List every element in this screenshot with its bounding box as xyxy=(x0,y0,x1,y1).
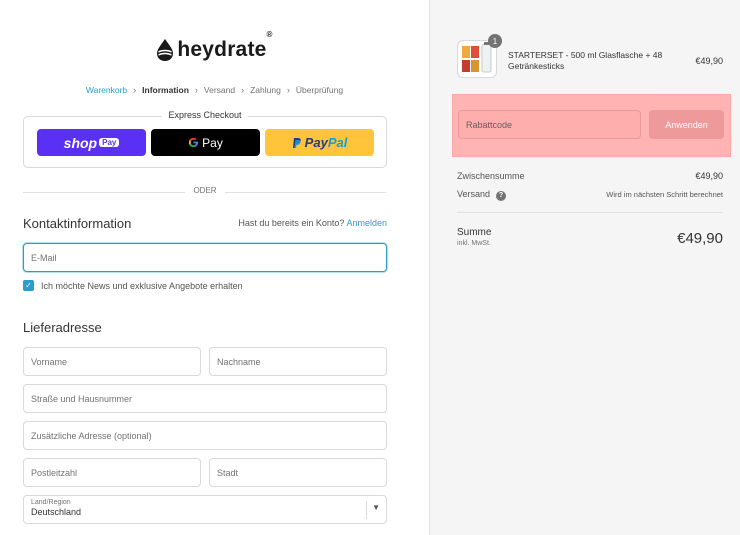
first-name-field[interactable] xyxy=(23,347,201,376)
help-icon[interactable]: ? xyxy=(496,190,507,201)
brand-logo[interactable]: heydrate® xyxy=(0,30,429,62)
subtotal-label: Zwischensumme xyxy=(457,171,525,181)
street-field[interactable] xyxy=(23,384,387,413)
water-drop-icon xyxy=(157,39,174,61)
last-name-input[interactable] xyxy=(217,356,379,367)
paypal-icon xyxy=(292,137,301,148)
breadcrumb-shipping: Versand xyxy=(203,85,236,95)
quantity-badge: 1 xyxy=(488,34,502,48)
breadcrumb-information: Information xyxy=(142,85,189,95)
last-name-field[interactable] xyxy=(209,347,387,376)
address2-input[interactable] xyxy=(31,430,379,441)
breadcrumb: Warenkorb › Information › Versand › Zahl… xyxy=(0,85,429,95)
first-name-input[interactable] xyxy=(31,356,193,367)
total-value: €49,90 xyxy=(677,230,723,247)
checkout-form-panel: heydrate® Warenkorb › Information › Vers… xyxy=(0,0,429,535)
breadcrumb-payment: Zahlung xyxy=(250,85,281,95)
product-price: €49,90 xyxy=(695,56,723,66)
google-pay-button[interactable]: Pay xyxy=(151,129,260,156)
total-tax-note: inkl. MwSt. xyxy=(457,240,491,247)
city-field[interactable] xyxy=(209,458,387,487)
login-link[interactable]: Anmelden xyxy=(346,218,387,228)
address2-field[interactable] xyxy=(23,421,387,450)
login-hint: Hast du bereits ein Konto? Anmelden xyxy=(238,218,387,228)
google-g-icon xyxy=(189,137,199,148)
newsletter-option[interactable]: ✓ Ich möchte News und exklusive Angebote… xyxy=(23,280,243,291)
breadcrumb-cart[interactable]: Warenkorb xyxy=(86,85,127,95)
paypal-button[interactable]: Pay Pal xyxy=(265,129,374,156)
subtotal-row: Zwischensumme €49,90 xyxy=(457,171,723,181)
express-checkout-title: Express Checkout xyxy=(162,110,248,120)
shop-pay-button[interactable]: shop Pay xyxy=(37,129,146,156)
newsletter-checkbox[interactable]: ✓ xyxy=(23,280,34,291)
chevron-right-icon: › xyxy=(133,85,137,95)
newsletter-label: Ich möchte News und exklusive Angebote e… xyxy=(41,280,243,291)
chevron-right-icon: › xyxy=(194,85,198,95)
subtotal-value: €49,90 xyxy=(695,171,723,181)
zip-input[interactable] xyxy=(31,467,193,478)
or-divider: ODER xyxy=(23,186,387,198)
product-thumbnail: 1 xyxy=(457,34,502,78)
apply-discount-button[interactable]: Anwenden xyxy=(649,110,724,139)
shipping-label: Versand xyxy=(457,189,491,199)
brand-name: heydrate® xyxy=(177,30,273,61)
email-input[interactable] xyxy=(31,252,379,263)
or-divider-label: ODER xyxy=(185,186,225,195)
chevron-down-icon[interactable]: ▼ xyxy=(372,503,380,512)
breadcrumb-review: Überprüfung xyxy=(295,85,344,95)
order-summary-panel: 1 STARTERSET - 500 ml Glasflasche + 48 G… xyxy=(429,0,740,535)
product-name: STARTERSET - 500 ml Glasflasche + 48 Get… xyxy=(508,50,663,71)
city-input[interactable] xyxy=(217,467,379,478)
express-checkout: Express Checkout shop Pay Pay Pay Pal xyxy=(23,110,387,168)
country-select[interactable]: Land/Region Deutschland ▼ xyxy=(23,495,387,524)
street-input[interactable] xyxy=(31,393,379,404)
total-label: Summe xyxy=(457,227,492,238)
country-label: Land/Region xyxy=(31,499,71,506)
email-field[interactable] xyxy=(23,243,387,272)
chevron-right-icon: › xyxy=(241,85,245,95)
shipping-section-title: Lieferadresse xyxy=(23,320,102,335)
discount-code-field[interactable] xyxy=(458,110,641,139)
shipping-value: Wird im nächsten Schritt berechnet xyxy=(606,190,723,200)
cart-line-item: 1 STARTERSET - 500 ml Glasflasche + 48 G… xyxy=(457,34,740,80)
discount-code-input[interactable] xyxy=(466,119,633,130)
summary-divider xyxy=(457,212,723,213)
country-value: Deutschland xyxy=(31,507,82,517)
shipping-row: Versand? Wird im nächsten Schritt berech… xyxy=(457,189,723,201)
zip-field[interactable] xyxy=(23,458,201,487)
chevron-right-icon: › xyxy=(286,85,290,95)
contact-section-title: Kontaktinformation xyxy=(23,216,132,231)
